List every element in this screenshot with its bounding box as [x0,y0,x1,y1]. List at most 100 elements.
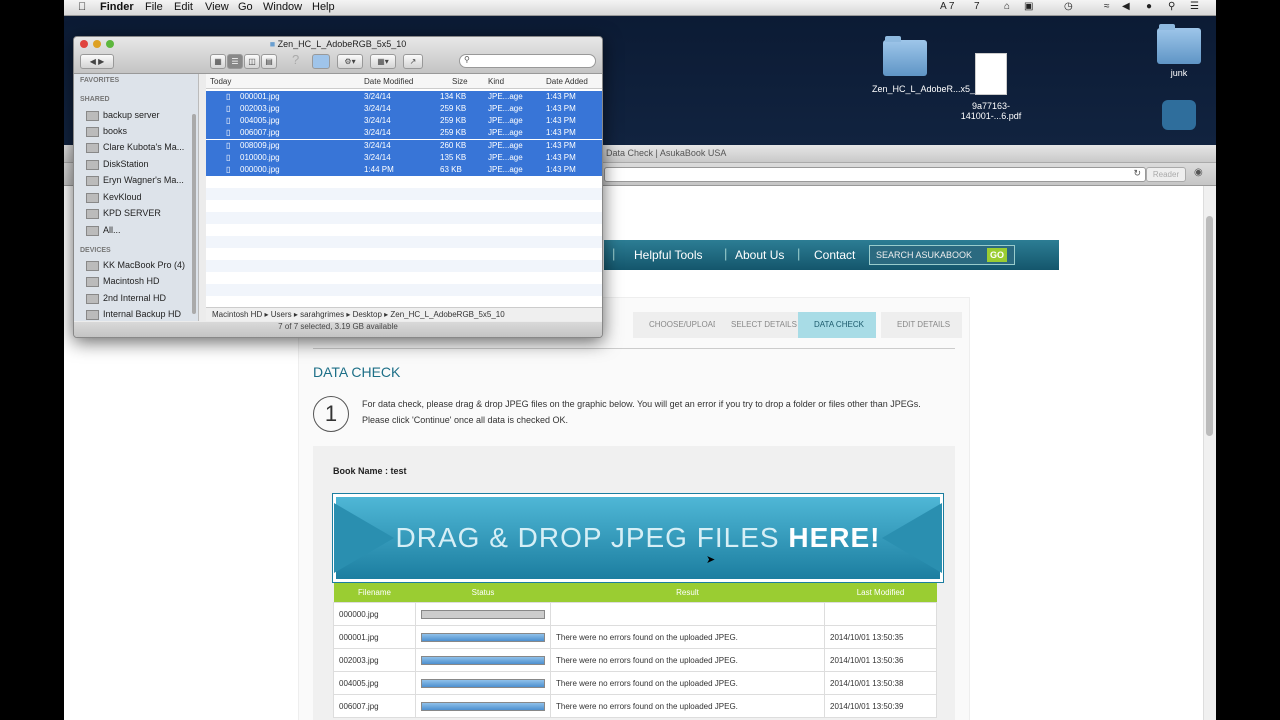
menu-go[interactable]: Go [238,1,253,13]
path-macintosh-hd[interactable]: Macintosh HD [212,310,262,319]
coverflow-view-button[interactable]: ▤ [261,54,277,69]
path-user-home[interactable]: sarahgrimes [300,310,344,319]
file-row[interactable]: ▯ 000001.jpg 3/24/14 134 KB JPE...age 1:43 PM [206,91,602,103]
sidebar-item-kevkloud[interactable]: KevKloud [86,192,142,203]
row-result: There were no errors found on the upload… [550,694,825,718]
file-row[interactable]: ▯ 010000.jpg 3/24/14 135 KB JPE...age 1:43 PM [206,152,602,164]
sidebar-scrollbar[interactable] [192,114,196,314]
apple-icon[interactable]:  [78,1,86,13]
list-view-button[interactable]: ☰ [227,54,243,69]
path-current-folder[interactable]: Zen_HC_L_AdobeRGB_5x5_10 [390,310,504,319]
file-added: 1:43 PM [546,165,576,174]
file-row[interactable]: ▯ 006007.jpg 3/24/14 259 KB JPE...age 1:43 PM [206,127,602,139]
progress-bar [421,701,545,711]
scrollbar-thumb[interactable] [1206,216,1213,436]
spotlight-icon[interactable]: ⚲ [1168,1,1175,12]
help-icon[interactable]: ? [292,52,299,67]
file-icon: ▯ [226,92,231,101]
sidebar-item-2nd-internal[interactable]: 2nd Internal HD [86,293,166,304]
drop-zone[interactable]: DRAG & DROP JPEG FILES HERE! [333,494,943,582]
file-modified: 3/24/14 [364,116,391,125]
file-kind: JPE...age [488,116,523,125]
status-time-machine[interactable]: 7 [974,1,980,12]
path-desktop[interactable]: Desktop [353,310,382,319]
column-view-button[interactable]: ◫ [244,54,260,69]
search-placeholder: SEARCH ASUKABOOK [876,250,973,260]
file-added: 1:43 PM [546,128,576,137]
desktop-folder-zen[interactable]: Zen_HC_L_AdobeR...x5_10 [872,36,985,94]
site-search-input[interactable]: SEARCH ASUKABOOK GO [869,245,1015,265]
download-icon[interactable]: ◉ [1194,167,1203,178]
search-go-button[interactable]: GO [987,248,1007,262]
sidebar-item-label: Eryn Wagner's Ma... [103,175,184,185]
sidebar-item-internal-backup[interactable]: Internal Backup HD [86,309,181,320]
clock-icon[interactable]: ◷ [1064,1,1073,12]
finder-search-input[interactable]: ⚲ [459,54,596,68]
list-icon[interactable]: ☰ [1190,1,1199,12]
arrange-button[interactable]: ▦▾ [370,54,396,69]
icon-view-button[interactable]: ▦ [210,54,226,69]
column-header: Status [415,583,551,603]
desktop-icon-label: junk [1170,68,1188,78]
reload-icon[interactable]: ↻ [1133,168,1141,179]
sidebar-header-favorites: FAVORITES [80,77,120,84]
file-row[interactable]: ▯ 000000.jpg 1:44 PM 63 KB JPE...age 1:43 PM [206,164,602,176]
sidebar-item-label: KK MacBook Pro (4) [103,260,186,270]
status-adobe-updater[interactable]: A 7 [940,1,954,12]
desktop-pdf-file[interactable]: 9a77163-141001-...6.pdf [956,53,1026,121]
new-folder-button[interactable] [312,54,330,69]
column-header-date-modified[interactable]: Date Modified [364,77,413,86]
volume-icon[interactable]: ◀ [1122,1,1130,12]
address-bar[interactable]: ↻ [604,167,1146,182]
nav-contact[interactable]: Contact [814,248,855,262]
row-status [415,648,551,672]
nav-divider: | [612,246,616,261]
sidebar-item-kpd-server[interactable]: KPD SERVER [86,208,161,219]
file-modified: 3/24/14 [364,128,391,137]
sidebar-item-macintosh-hd[interactable]: Macintosh HD [86,276,160,287]
menu-view[interactable]: View [205,1,229,13]
share-button[interactable]: ↗ [403,54,423,69]
menu-file[interactable]: File [145,1,163,13]
divider [313,348,955,349]
home-icon[interactable]: ⌂ [1004,1,1010,12]
page-scrollbar[interactable] [1203,186,1216,720]
screen-icon[interactable]: ▣ [1024,1,1033,12]
sidebar-item-books[interactable]: books [86,126,127,137]
sidebar-item-eryn-wagner[interactable]: Eryn Wagner's Ma... [86,175,184,186]
disk-icon [86,293,99,304]
row-status [415,694,551,718]
wifi-icon[interactable]: ≈ [1104,1,1110,12]
path-users[interactable]: Users [271,310,292,319]
user-icon[interactable]: ● [1146,1,1152,12]
step-select-details[interactable]: SELECT DETAILS [715,312,809,338]
sidebar-item-diskstation[interactable]: DiskStation [86,159,149,170]
column-header-date-added[interactable]: Date Added [546,77,588,86]
file-row[interactable]: ▯ 008009.jpg 3/24/14 260 KB JPE...age 1:43 PM [206,140,602,152]
back-forward-buttons[interactable]: ◀ ▶ [80,54,114,69]
row-filename: 006007.jpg [333,694,416,718]
column-header-size[interactable]: Size [452,77,468,86]
menu-help[interactable]: Help [312,1,335,13]
sidebar-item-all[interactable]: All... [86,225,121,236]
file-row[interactable]: ▯ 004005.jpg 3/24/14 259 KB JPE...age 1:43 PM [206,115,602,127]
column-header-kind[interactable]: Kind [488,77,504,86]
menu-app-name[interactable]: Finder [100,1,134,13]
menu-edit[interactable]: Edit [174,1,193,13]
file-added: 1:43 PM [546,141,576,150]
step-data-check[interactable]: DATA CHECK [798,312,876,338]
gear-icon[interactable]: ⚙▾ [337,54,363,69]
file-row[interactable]: ▯ 002003.jpg 3/24/14 259 KB JPE...age 1:43 PM [206,103,602,115]
sidebar-item-clare-kubota[interactable]: Clare Kubota's Ma... [86,142,184,153]
empty-row [206,212,602,224]
reader-button[interactable]: Reader [1146,167,1186,182]
desktop-folder-junk[interactable]: junk [1154,24,1204,78]
nav-about-us[interactable]: About Us [735,248,784,262]
app-dock-icon[interactable] [1162,100,1196,130]
column-header-today[interactable]: Today [210,77,231,86]
step-edit-details[interactable]: EDIT DETAILS [881,312,963,338]
nav-helpful-tools[interactable]: Helpful Tools [634,248,702,262]
sidebar-item-kk-macbook[interactable]: KK MacBook Pro (4) [86,260,185,271]
menu-window[interactable]: Window [263,1,302,13]
sidebar-item-backup-server[interactable]: backup server [86,110,160,121]
